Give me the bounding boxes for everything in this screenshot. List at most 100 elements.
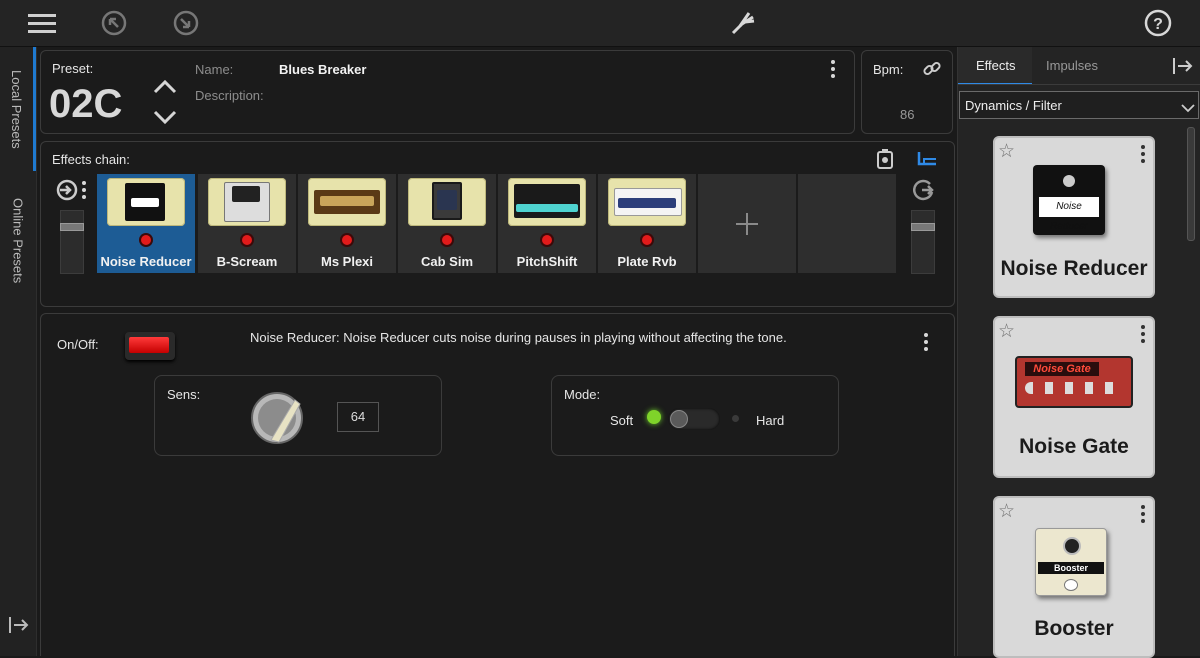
pedal-label: Booster (1038, 562, 1104, 574)
plus-icon (735, 212, 759, 241)
card-name: Booster (1034, 617, 1114, 640)
tab-local-presets-label: Local Presets (9, 69, 24, 149)
sens-control-group: Sens: 64 (154, 375, 442, 456)
effects-library-panel: Effects Impulses Dynamics / Filter ☆ Noi… (957, 47, 1200, 658)
effect-detail-panel: On/Off: Noise Reducer: Noise Reducer cut… (40, 313, 955, 656)
input-level-fader[interactable] (60, 210, 84, 274)
tab-local-presets[interactable]: Local Presets (0, 47, 36, 171)
effect-menu-icon[interactable] (923, 333, 929, 351)
slot-status-led (542, 235, 552, 245)
card-menu-icon[interactable] (1140, 505, 1146, 523)
preset-down-icon[interactable] (153, 109, 177, 130)
card-name: Noise Gate (1019, 435, 1129, 458)
preset-label: Preset: (52, 61, 94, 76)
mode-soft-led (647, 410, 661, 424)
favorite-star-icon[interactable]: ☆ (998, 140, 1015, 163)
chain-slot-ms-plexi[interactable]: Ms Plexi (298, 174, 396, 273)
chain-mode-icon[interactable] (916, 150, 938, 173)
card-menu-icon[interactable] (1140, 145, 1146, 163)
slot-status-led (442, 235, 452, 245)
tab-effects-label: Effects (976, 58, 1016, 73)
onoff-toggle[interactable] (125, 332, 175, 360)
effect-card-noise-reducer[interactable]: ☆ Noise Reducer Noise Reducer (993, 136, 1155, 298)
tab-divider (958, 84, 1200, 85)
help-icon[interactable]: ? (1143, 8, 1173, 38)
slot-name: Cab Sim (420, 254, 473, 269)
pedal-label: Noise Reducer (1039, 197, 1099, 232)
chain-settings-icon[interactable] (877, 149, 893, 174)
noise-reducer-pedal-icon: Noise Reducer (1033, 165, 1105, 235)
output-level-fader[interactable] (911, 210, 935, 274)
booster-pedal-icon: Booster (1035, 528, 1107, 596)
output-icon[interactable] (912, 179, 935, 206)
card-menu-icon[interactable] (1140, 325, 1146, 343)
effect-description: Noise Reducer: Noise Reducer cuts noise … (250, 330, 787, 345)
slot-name: PitchShift (516, 254, 578, 269)
chain-slot-pitchshift[interactable]: PitchShift (498, 174, 596, 273)
b-scream-pedal-icon (208, 178, 286, 226)
bpm-panel: Bpm: 86 (861, 50, 953, 134)
chain-slot-plate-rvb[interactable]: Plate Rvb (598, 174, 696, 273)
tuning-fork-icon[interactable] (728, 8, 758, 38)
undo-icon[interactable] (99, 8, 129, 38)
slot-status-led (242, 235, 252, 245)
cab-sim-cabinet-icon (408, 178, 486, 226)
preset-name-field[interactable]: Blues Breaker (279, 62, 366, 77)
card-name: Noise Reducer (1000, 257, 1148, 280)
preset-source-tabs: Local Presets Online Presets (0, 47, 37, 656)
name-label: Name: (195, 62, 234, 77)
expand-panel-icon[interactable] (1172, 56, 1194, 81)
hamburger-menu-icon[interactable] (27, 8, 57, 38)
slot-status-led (342, 235, 352, 245)
effect-card-noise-gate[interactable]: ☆ Noise Gate Noise Gate (993, 316, 1155, 478)
favorite-star-icon[interactable]: ☆ (998, 500, 1015, 523)
mode-label: Mode: (564, 387, 601, 402)
preset-menu-icon[interactable] (830, 60, 836, 78)
effects-chain-label: Effects chain: (52, 152, 130, 167)
preset-number: 02C (49, 82, 123, 126)
top-toolbar: ? (0, 0, 1200, 47)
slot-name: B-Scream (216, 254, 278, 269)
slot-status-led (642, 235, 652, 245)
tab-impulses[interactable]: Impulses (1046, 58, 1098, 73)
noise-reducer-pedal-icon (107, 178, 185, 226)
bpm-label: Bpm: (873, 62, 904, 77)
preset-panel: Preset: 02C Name: Blues Breaker Descript… (40, 50, 855, 134)
pitchshift-pedal-icon (508, 178, 586, 226)
library-scrollbar[interactable] (1187, 127, 1195, 241)
favorite-star-icon[interactable]: ☆ (998, 320, 1015, 343)
tab-effects[interactable]: Effects (958, 47, 1032, 85)
empty-slot[interactable] (798, 174, 896, 273)
mode-switch[interactable] (668, 408, 720, 430)
collapse-panel-icon[interactable] (8, 615, 30, 640)
redo-icon[interactable] (171, 8, 201, 38)
bpm-value[interactable]: 86 (900, 107, 914, 122)
sens-value-field[interactable]: 64 (337, 402, 379, 432)
chain-slot-cab-sim[interactable]: Cab Sim (398, 174, 496, 273)
sens-knob[interactable] (249, 390, 305, 451)
sens-label: Sens: (167, 387, 201, 402)
category-selected: Dynamics / Filter (965, 98, 1062, 113)
description-label: Description: (195, 88, 264, 103)
noise-gate-pedal-icon: Noise Gate (1015, 356, 1133, 408)
chain-slot-noise-reducer[interactable]: Noise Reducer (97, 174, 195, 273)
tab-online-presets-label: Online Presets (10, 198, 26, 284)
onoff-label: On/Off: (57, 337, 99, 352)
slot-name: Noise Reducer (100, 254, 192, 269)
chevron-down-icon (1181, 100, 1195, 118)
preset-up-icon[interactable] (153, 79, 177, 100)
ms-plexi-amp-icon (308, 178, 386, 226)
add-effect-slot[interactable] (698, 174, 796, 273)
slot-status-led (141, 235, 151, 245)
link-icon[interactable] (922, 59, 942, 84)
tab-online-presets[interactable]: Online Presets (0, 175, 36, 307)
svg-text:?: ? (1153, 16, 1163, 33)
mode-hard-label: Hard (756, 413, 785, 428)
category-dropdown[interactable]: Dynamics / Filter (959, 91, 1199, 119)
mode-soft-label: Soft (610, 413, 634, 428)
plate-reverb-icon (608, 178, 686, 226)
chain-slot-b-scream[interactable]: B-Scream (198, 174, 296, 273)
input-icon[interactable] (56, 179, 78, 206)
effect-card-booster[interactable]: ☆ Booster Booster (993, 496, 1155, 658)
input-menu-icon[interactable] (81, 181, 87, 199)
